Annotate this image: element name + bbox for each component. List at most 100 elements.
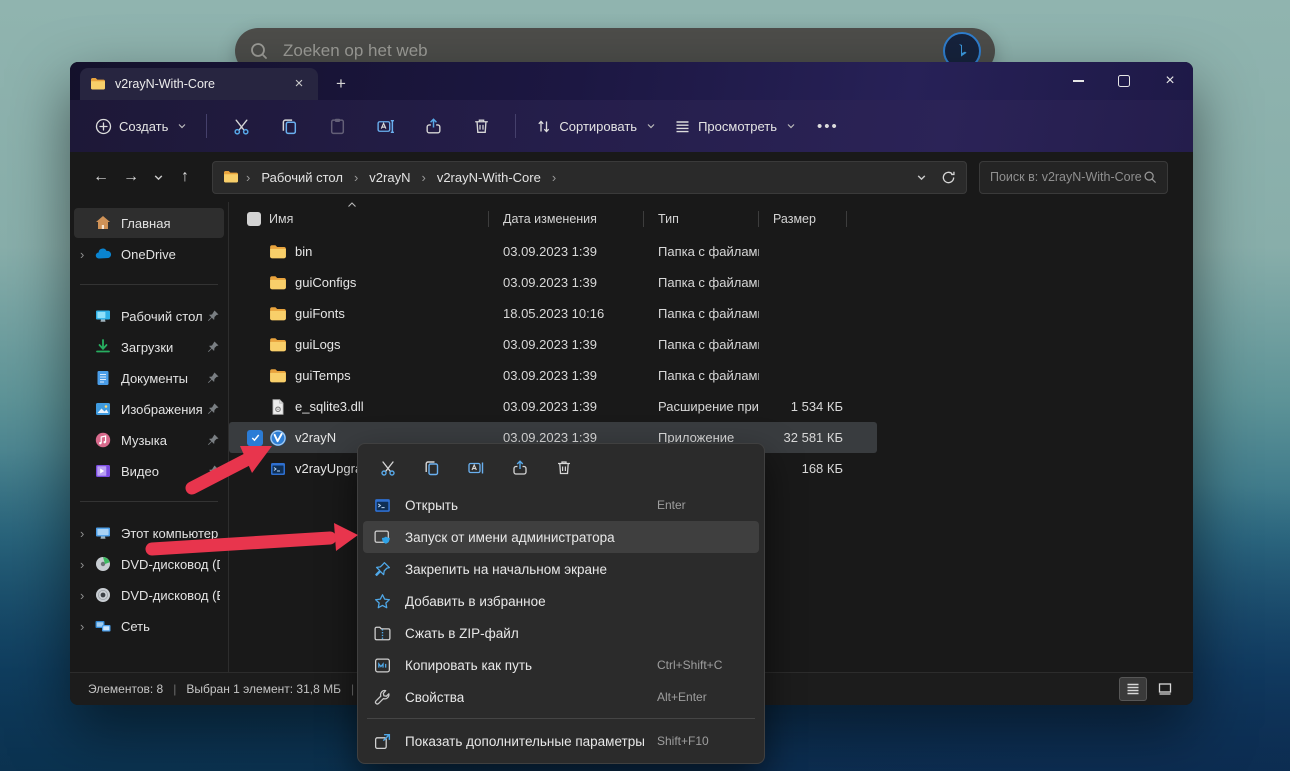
delete-button[interactable] <box>545 453 583 483</box>
column-header-type[interactable]: Тип <box>644 211 759 227</box>
menu-item-properties[interactable]: Свойства Alt+Enter <box>363 681 759 713</box>
folder-icon <box>269 274 287 292</box>
paste-icon <box>328 117 347 136</box>
details-view-button[interactable] <box>1119 677 1147 701</box>
recent-locations-button[interactable] <box>146 162 170 192</box>
file-row-bin[interactable]: bin 03.09.2023 1:39 Папка с файлами <box>229 236 877 267</box>
delete-button[interactable] <box>462 109 500 143</box>
cut-button[interactable] <box>222 109 260 143</box>
menu-item-shortcut: Ctrl+Shift+C <box>657 658 749 672</box>
sidebar-item-desktop[interactable]: Рабочий стол <box>74 301 224 331</box>
expand-chevron-icon[interactable]: › <box>80 588 94 603</box>
sidebar-item-documents[interactable]: Документы <box>74 363 224 393</box>
sidebar-item-network[interactable]: › Сеть <box>74 611 224 641</box>
search-input[interactable]: Поиск в: v2rayN-With-Core <box>979 161 1168 194</box>
sidebar-item-onedrive[interactable]: › OneDrive <box>74 239 224 269</box>
pin-icon <box>206 402 220 416</box>
sidebar-item-pictures[interactable]: Изображения <box>74 394 224 424</box>
file-row-guiconfigs[interactable]: guiConfigs 03.09.2023 1:39 Папка с файла… <box>229 267 877 298</box>
minimize-button[interactable] <box>1055 64 1101 98</box>
address-dropdown-icon[interactable] <box>916 172 927 183</box>
window-controls: × <box>1055 62 1193 100</box>
explorer-tab[interactable]: v2rayN-With-Core × <box>80 68 318 100</box>
new-button[interactable]: Создать <box>86 111 196 142</box>
sidebar-item-dvd-e[interactable]: › DVD-дисковод (E:) <box>74 580 224 610</box>
file-date: 03.09.2023 1:39 <box>489 337 644 352</box>
address-bar[interactable]: › Рабочий стол › v2rayN › v2rayN-With-Co… <box>212 161 967 194</box>
sidebar-divider <box>80 284 218 285</box>
menu-item-run-as-administrator[interactable]: Запуск от имени администратора <box>363 521 759 553</box>
breadcrumb-v2rayn[interactable]: v2rayN <box>365 167 414 188</box>
menu-item-copy-as-path[interactable]: Копировать как путь Ctrl+Shift+C <box>363 649 759 681</box>
pin-icon <box>206 340 220 354</box>
file-name: guiLogs <box>295 337 489 352</box>
more-options-button[interactable]: ••• <box>817 118 839 135</box>
videos-icon <box>94 462 112 480</box>
file-row-guilogs[interactable]: guiLogs 03.09.2023 1:39 Папка с файлами <box>229 329 877 360</box>
sort-button[interactable]: Сортировать <box>526 111 665 142</box>
share-button[interactable] <box>501 453 539 483</box>
tab-title: v2rayN-With-Core <box>115 77 290 91</box>
file-row-guitemps[interactable]: guiTemps 03.09.2023 1:39 Папка с файлами <box>229 360 877 391</box>
expand-chevron-icon[interactable]: › <box>80 557 94 572</box>
pin-icon <box>206 309 220 323</box>
search-placeholder: Поиск в: v2rayN-With-Core <box>990 170 1143 184</box>
tab-close-icon[interactable]: × <box>290 75 308 93</box>
expand-chevron-icon[interactable]: › <box>80 526 94 541</box>
command-bar: Создать <box>70 100 1193 152</box>
maximize-button[interactable] <box>1101 64 1147 98</box>
breadcrumb-v2rayn-with-core[interactable]: v2rayN-With-Core <box>433 167 545 188</box>
column-header-size[interactable]: Размер <box>759 211 847 227</box>
row-checkbox-checked[interactable] <box>247 430 263 446</box>
sidebar-item-home[interactable]: Главная <box>74 208 224 238</box>
sidebar-item-music[interactable]: Музыка <box>74 425 224 455</box>
close-button[interactable]: × <box>1147 64 1193 98</box>
breadcrumb-desktop[interactable]: Рабочий стол <box>257 167 347 188</box>
breadcrumb-separator[interactable]: › <box>421 170 425 185</box>
desktop-icon <box>94 307 112 325</box>
downloads-icon <box>94 338 112 356</box>
file-date: 03.09.2023 1:39 <box>489 399 644 414</box>
sidebar-item-this-pc[interactable]: › Этот компьютер <box>74 518 224 548</box>
file-date: 03.09.2023 1:39 <box>489 368 644 383</box>
details-view-icon <box>1126 682 1140 696</box>
thumbnails-view-button[interactable] <box>1151 677 1179 701</box>
menu-item-show-more-options[interactable]: Показать дополнительные параметры Shift+… <box>363 724 759 758</box>
file-row-dll[interactable]: e_sqlite3.dll 03.09.2023 1:39 Расширение… <box>229 391 877 422</box>
web-search-placeholder: Zoeken op het web <box>283 41 428 61</box>
sidebar-item-label: Рабочий стол <box>121 309 206 324</box>
menu-item-compress-to-zip[interactable]: Сжать в ZIP-файл <box>363 617 759 649</box>
up-button[interactable]: ↑ <box>170 162 200 192</box>
column-header-date[interactable]: Дата изменения <box>489 211 644 227</box>
view-button[interactable]: Просмотреть <box>665 111 805 142</box>
breadcrumb-separator[interactable]: › <box>552 170 556 185</box>
expand-chevron-icon[interactable]: › <box>80 619 94 634</box>
copy-button[interactable] <box>270 109 308 143</box>
column-header-name[interactable]: Имя <box>229 211 489 227</box>
rename-button[interactable] <box>457 453 495 483</box>
sidebar-item-videos[interactable]: Видео <box>74 456 224 486</box>
refresh-icon[interactable] <box>941 170 956 185</box>
share-button[interactable] <box>414 109 452 143</box>
sidebar-item-label: Изображения <box>121 402 206 417</box>
file-row-guifonts[interactable]: guiFonts 18.05.2023 10:16 Папка с файлам… <box>229 298 877 329</box>
menu-item-pin-to-start[interactable]: Закрепить на начальном экране <box>363 553 759 585</box>
chevron-down-icon <box>646 121 656 131</box>
expand-chevron-icon[interactable]: › <box>80 247 94 262</box>
rename-icon <box>467 459 485 477</box>
new-tab-button[interactable]: + <box>326 70 356 100</box>
forward-button[interactable]: → <box>116 162 146 192</box>
pictures-icon <box>94 400 112 418</box>
copy-button[interactable] <box>413 453 451 483</box>
breadcrumb-separator[interactable]: › <box>354 170 358 185</box>
sidebar-item-dvd-d[interactable]: › DVD-дисковод (D:) <box>74 549 224 579</box>
select-all-checkbox[interactable] <box>247 212 261 226</box>
rename-button[interactable] <box>366 109 404 143</box>
menu-item-open[interactable]: Открыть Enter <box>363 489 759 521</box>
paste-button[interactable] <box>318 109 356 143</box>
back-button[interactable]: ← <box>86 162 116 192</box>
column-label: Размер <box>773 212 816 226</box>
sidebar-item-downloads[interactable]: Загрузки <box>74 332 224 362</box>
menu-item-add-to-favorites[interactable]: Добавить в избранное <box>363 585 759 617</box>
cut-button[interactable] <box>369 453 407 483</box>
